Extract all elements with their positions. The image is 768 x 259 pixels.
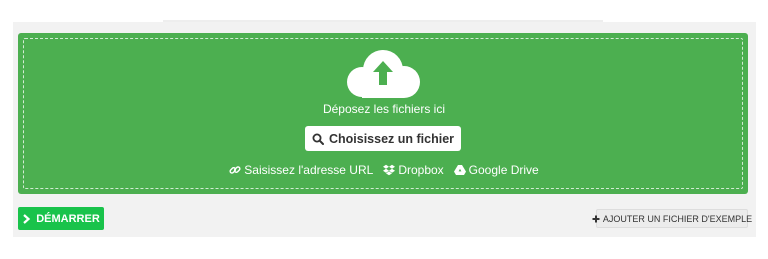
- choose-file-label: Choisissez un fichier: [328, 131, 455, 146]
- google-drive-icon: [453, 164, 466, 176]
- upload-sources: Saisissez l'adresse URL Dropbox Google D…: [0, 162, 768, 178]
- link-icon: [229, 164, 241, 176]
- plus-icon: [592, 215, 600, 223]
- choose-file-button[interactable]: Choisissez un fichier: [305, 126, 461, 151]
- page-header-area: [0, 0, 768, 22]
- google-drive-source-label: Google Drive: [468, 163, 539, 177]
- dropbox-source-label: Dropbox: [398, 163, 444, 177]
- start-button[interactable]: DÉMARRER: [18, 207, 104, 230]
- drop-instructions: Déposez les fichiers ici: [322, 102, 446, 116]
- chevron-right-icon: [22, 213, 31, 224]
- dropbox-source-link[interactable]: Dropbox: [383, 163, 444, 177]
- cloud-upload-icon: [347, 50, 420, 98]
- add-example-file-label: AJOUTER UN FICHIER D'EXEMPLE: [602, 213, 753, 224]
- start-label: DÉMARRER: [36, 212, 100, 225]
- url-source-link[interactable]: Saisissez l'adresse URL: [229, 163, 373, 177]
- google-drive-source-link[interactable]: Google Drive: [453, 163, 539, 177]
- url-source-label: Saisissez l'adresse URL: [244, 163, 374, 177]
- dropbox-icon: [383, 164, 396, 176]
- add-example-file-button[interactable]: AJOUTER UN FICHIER D'EXEMPLE: [592, 209, 752, 228]
- search-icon: [312, 133, 324, 145]
